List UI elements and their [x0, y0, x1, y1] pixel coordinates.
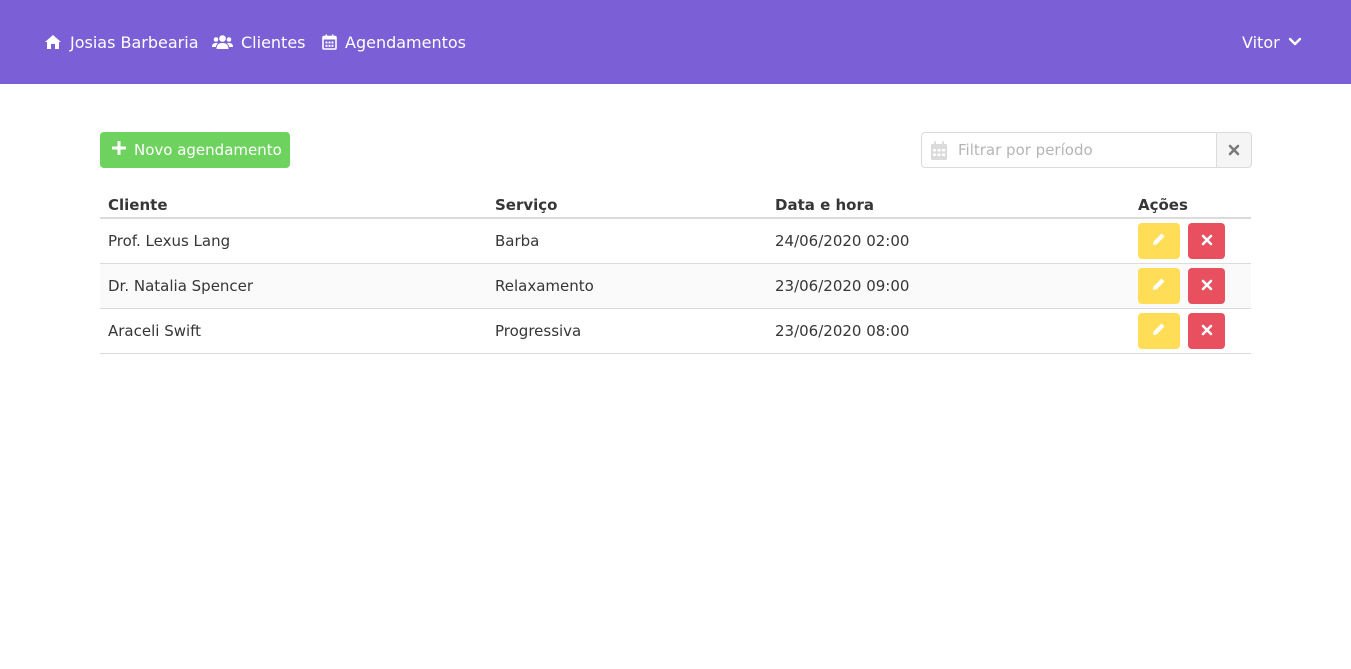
cell-servico: Progressiva	[487, 308, 767, 354]
clear-filter-button[interactable]	[1216, 132, 1252, 168]
calendar-icon	[322, 34, 345, 50]
new-appointment-label: Novo agendamento	[134, 141, 282, 159]
cell-acoes	[1130, 218, 1251, 264]
user-name: Vitor	[1242, 32, 1280, 52]
close-icon	[1201, 232, 1213, 250]
header-data-hora: Data e hora	[767, 192, 1130, 219]
cell-cliente: Dr. Natalia Spencer	[100, 263, 487, 309]
table-header-row: Cliente Serviço Data e hora Ações	[100, 192, 1251, 219]
nav-agendamentos-label: Agendamentos	[345, 32, 467, 52]
cell-data-hora: 24/06/2020 02:00	[767, 218, 1130, 264]
user-menu[interactable]: Vitor	[1242, 0, 1302, 84]
cell-data-hora: 23/06/2020 09:00	[767, 263, 1130, 309]
nav-home-label: Josias Barbearia	[70, 32, 199, 52]
period-filter-field	[921, 132, 1216, 168]
chevron-down-icon	[1280, 37, 1302, 47]
cell-data-hora: 23/06/2020 08:00	[767, 308, 1130, 354]
edit-button[interactable]	[1138, 267, 1180, 304]
nav-agendamentos-link[interactable]: Agendamentos	[322, 0, 466, 84]
header-cliente: Cliente	[100, 192, 487, 219]
nav-clientes-label: Clientes	[241, 32, 306, 52]
cell-servico: Barba	[487, 218, 767, 264]
row-actions	[1138, 312, 1243, 349]
edit-button[interactable]	[1138, 222, 1180, 259]
pencil-icon	[1152, 322, 1166, 340]
users-icon	[212, 34, 241, 50]
period-filter	[921, 132, 1252, 168]
delete-button[interactable]	[1188, 312, 1225, 349]
new-appointment-button[interactable]: Novo agendamento	[100, 132, 290, 168]
cell-acoes	[1130, 308, 1251, 354]
row-actions	[1138, 222, 1243, 259]
table-row: Dr. Natalia Spencer Relaxamento 23/06/20…	[100, 263, 1251, 309]
home-icon	[44, 34, 70, 50]
cell-servico: Relaxamento	[487, 263, 767, 309]
header-acoes: Ações	[1130, 192, 1251, 219]
edit-button[interactable]	[1138, 312, 1180, 349]
delete-button[interactable]	[1188, 267, 1225, 304]
cell-cliente: Prof. Lexus Lang	[100, 218, 487, 264]
appointments-table: Cliente Serviço Data e hora Ações Prof. …	[100, 192, 1251, 354]
close-icon	[1201, 277, 1213, 295]
plus-icon	[112, 141, 134, 159]
pencil-icon	[1152, 277, 1166, 295]
close-icon	[1228, 141, 1240, 160]
period-filter-input[interactable]	[922, 133, 1216, 167]
header-servico: Serviço	[487, 192, 767, 219]
row-actions	[1138, 267, 1243, 304]
nav-clientes-link[interactable]: Clientes	[212, 0, 306, 84]
table-row: Prof. Lexus Lang Barba 24/06/2020 02:00	[100, 218, 1251, 264]
pencil-icon	[1152, 232, 1166, 250]
table-row: Araceli Swift Progressiva 23/06/2020 08:…	[100, 308, 1251, 354]
nav-home-link[interactable]: Josias Barbearia	[44, 0, 199, 84]
cell-cliente: Araceli Swift	[100, 308, 487, 354]
top-navbar: Josias Barbearia Clientes Agendamentos V…	[0, 0, 1351, 84]
close-icon	[1201, 322, 1213, 340]
delete-button[interactable]	[1188, 222, 1225, 259]
cell-acoes	[1130, 263, 1251, 309]
